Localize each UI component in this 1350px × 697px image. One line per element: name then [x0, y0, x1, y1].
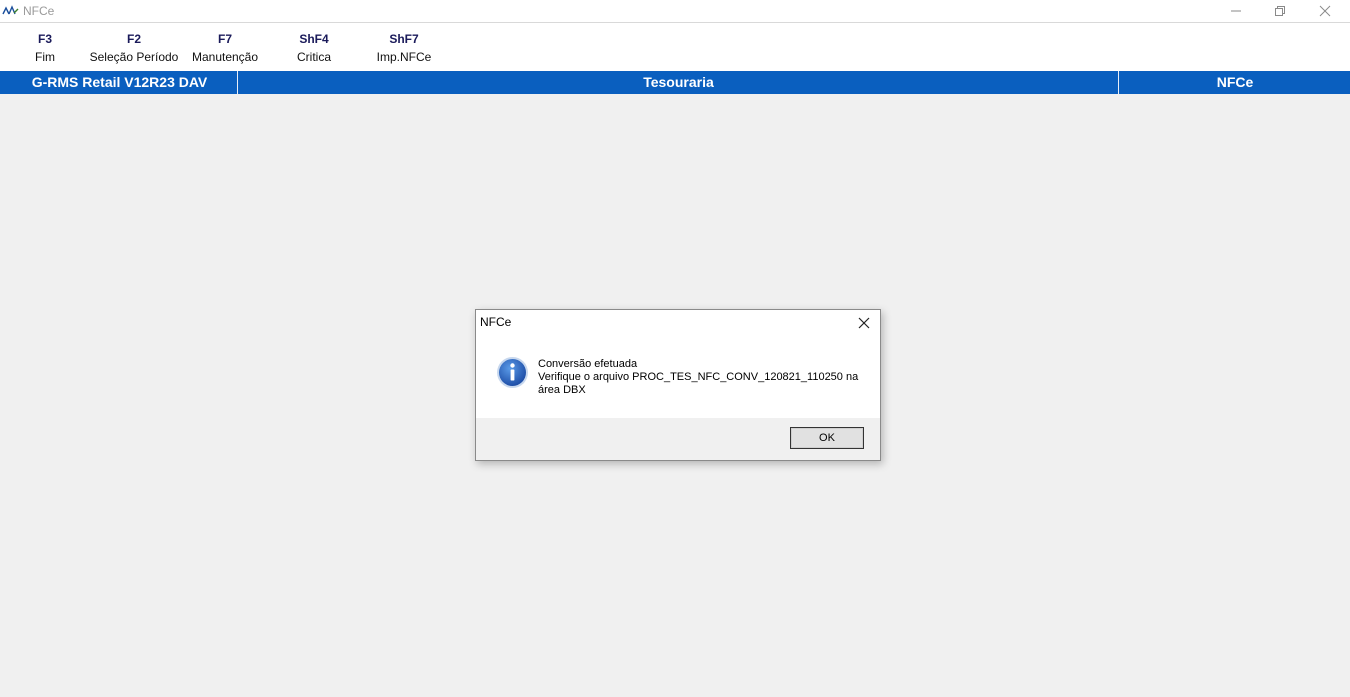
function-key: F3 — [37, 32, 52, 46]
minimize-icon — [1231, 10, 1241, 12]
function-label: Fim — [35, 50, 55, 64]
restore-icon — [1275, 6, 1285, 16]
dialog-message-line: Conversão efetuada — [538, 358, 638, 370]
dialog-message-line: Verifique o arquivo PROC_TES_NFC_CONV_12… — [538, 371, 859, 383]
close-icon — [1319, 5, 1331, 17]
window-title: NFCe — [23, 4, 55, 18]
toolbar-item-manutencao[interactable]: F7 Manutenção — [188, 31, 262, 67]
toolbar-item-selecao-periodo[interactable]: F2 Seleção Período — [88, 31, 180, 67]
function-label: Manutenção — [191, 50, 259, 64]
toolbar-item-fim[interactable]: F3 Fim — [24, 31, 66, 67]
app-logo-icon — [2, 5, 19, 16]
function-label: Critica — [296, 50, 331, 64]
restore-button[interactable] — [1258, 0, 1302, 22]
dialog-message: Conversão efetuada Verifique o arquivo P… — [538, 358, 868, 397]
dialog-title: NFCe — [480, 315, 512, 329]
module-name: Tesouraria — [643, 74, 714, 90]
function-key: ShF7 — [389, 32, 419, 46]
header-divider — [1118, 71, 1119, 94]
header-divider — [237, 71, 238, 94]
function-key: ShF4 — [299, 32, 329, 46]
info-icon — [497, 357, 528, 388]
close-window-button[interactable] — [1303, 0, 1347, 22]
dialog-footer: OK — [476, 418, 880, 460]
program-name: NFCe — [1216, 74, 1254, 90]
function-key: F7 — [217, 32, 232, 46]
function-label: Imp.NFCe — [376, 50, 432, 64]
toolbar-item-imp-nfce[interactable]: ShF7 Imp.NFCe — [372, 31, 436, 67]
title-bar: NFCe — [0, 0, 1350, 23]
ok-button[interactable]: OK — [790, 427, 864, 449]
dialog-close-button[interactable] — [852, 313, 876, 333]
function-label: Seleção Período — [89, 50, 179, 64]
minimize-button[interactable] — [1214, 0, 1258, 22]
message-dialog: NFCe Conversão efetuada Verifique o arqu… — [475, 309, 881, 461]
app-window: NFCe F3 Fim F2 Seleção Período F7 Manute… — [0, 0, 1350, 697]
header-bar: G-RMS Retail V12R23 DAV Tesouraria NFCe — [0, 71, 1350, 94]
dialog-message-line: área DBX — [538, 384, 586, 396]
system-name: G-RMS Retail V12R23 DAV — [31, 74, 208, 90]
close-icon — [858, 317, 870, 329]
function-key: F2 — [126, 32, 141, 46]
function-key-toolbar: F3 Fim F2 Seleção Período F7 Manutenção … — [0, 23, 1350, 71]
toolbar-item-critica[interactable]: ShF4 Critica — [288, 31, 340, 67]
